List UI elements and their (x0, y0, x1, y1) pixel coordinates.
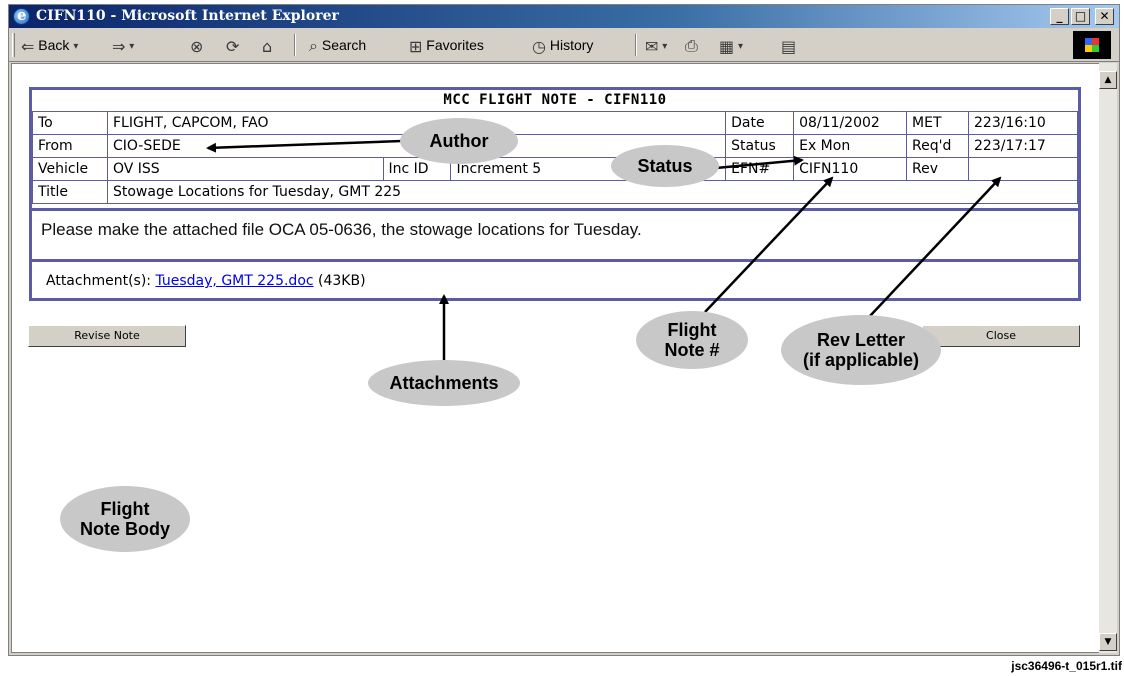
print-button[interactable]: ⎙ (685, 35, 698, 55)
revise-note-button[interactable]: Revise Note (28, 325, 186, 347)
close-window-button[interactable]: ✕ (1095, 8, 1114, 25)
search-icon: ⌕ (309, 36, 318, 56)
rev-letter-line1: Rev Letter (816, 330, 905, 350)
flight-note-body-callout: Flight Note Body (60, 486, 190, 552)
from-label: From (32, 134, 108, 158)
scroll-down-button[interactable]: ▼ (1099, 633, 1117, 651)
flight-note-number-line1: Flight (667, 320, 717, 340)
back-button[interactable]: ⇐ Back ▾ (21, 35, 79, 56)
home-icon: ⌂ (262, 36, 273, 56)
note-body: Please make the attached file OCA 05-063… (32, 208, 1078, 262)
back-arrow-icon: ⇐ (21, 36, 35, 56)
status-value: Ex Mon (793, 134, 908, 158)
met-label: MET (906, 111, 970, 135)
rev-value (968, 157, 1078, 181)
toolbar-separator (635, 34, 637, 56)
chevron-down-icon: ▾ (662, 40, 668, 52)
image-filename: jsc36496-t_015r1.tif (1011, 659, 1122, 673)
date-value: 08/11/2002 (793, 111, 908, 135)
toolbar-separator (294, 34, 296, 56)
attachments-callout: Attachments (368, 360, 520, 406)
flight-note: MCC FLIGHT NOTE - CIFN110 To FLIGHT, CAP… (29, 87, 1081, 301)
discuss-icon: ▤ (781, 36, 797, 56)
mail-icon: ✉ (645, 36, 659, 56)
print-icon: ⎙ (685, 36, 698, 56)
edit-icon: ▦ (719, 36, 735, 56)
status-callout: Status (611, 145, 719, 187)
author-callout-text: Author (429, 131, 489, 151)
toolbar-grip (12, 33, 15, 57)
edit-button[interactable]: ▦ ▾ (719, 35, 744, 56)
search-label: Search (321, 37, 367, 53)
rev-label: Rev (906, 157, 970, 181)
stop-icon: ⊗ (190, 36, 204, 56)
history-button[interactable]: ◷ History (532, 35, 594, 56)
close-button[interactable]: Close (922, 325, 1080, 347)
internet-explorer-icon (13, 6, 30, 25)
table-row: From CIO-SEDE Status Ex Mon Req'd 223/17… (32, 134, 1078, 158)
table-row: Title Stowage Locations for Tuesday, GMT… (32, 180, 1079, 204)
attachment-size: (43KB) (318, 273, 366, 289)
attachments-row: Attachment(s): Tuesday, GMT 225.doc (43K… (32, 265, 1078, 299)
table-row: Vehicle OV ISS Inc ID Increment 5 EFN# C… (32, 157, 1078, 181)
attachments-label: Attachment(s): (46, 273, 152, 289)
rev-letter-callout: Rev Letter (if applicable) (781, 315, 941, 385)
status-label: Status (725, 134, 795, 158)
title-bar: CIFN110 - Microsoft Internet Explorer _ … (9, 5, 1119, 28)
title-value: Stowage Locations for Tuesday, GMT 225 (106, 180, 1079, 204)
vehicle-label: Vehicle (32, 157, 108, 181)
flight-note-body-line2: Note Body (80, 519, 170, 539)
note-title: MCC FLIGHT NOTE - CIFN110 (443, 92, 667, 108)
efn-value: CIFN110 (793, 157, 908, 181)
vertical-scrollbar[interactable]: ▲ ▼ (1099, 63, 1117, 653)
mail-button[interactable]: ✉ ▾ (645, 35, 668, 56)
chevron-down-icon: ▾ (129, 40, 135, 52)
refresh-button[interactable]: ⟳ (226, 35, 240, 56)
status-callout-text: Status (637, 156, 693, 176)
history-icon: ◷ (532, 36, 546, 56)
stop-button[interactable]: ⊗ (190, 35, 204, 56)
forward-arrow-icon: ⇒ (112, 36, 126, 56)
chevron-down-icon: ▾ (738, 40, 744, 52)
flight-note-number-line2: Note # (664, 340, 720, 360)
home-button[interactable]: ⌂ (262, 35, 273, 56)
browser-toolbar: ⇐ Back ▾ ⇒ ▾ ⊗ ⟳ ⌂ ⌕ Search ⊞ Favorites … (9, 28, 1119, 62)
title-label: Title (32, 180, 108, 204)
efn-label: EFN# (725, 157, 795, 181)
date-label: Date (725, 111, 795, 135)
flight-note-body-line1: Flight (100, 499, 150, 519)
favorites-label: Favorites (426, 37, 484, 53)
flight-note-number-callout: Flight Note # (636, 311, 748, 369)
discuss-button[interactable]: ▤ (781, 35, 797, 56)
maximize-button[interactable]: □ (1071, 8, 1090, 25)
forward-button[interactable]: ⇒ ▾ (112, 35, 135, 56)
author-callout: Author (400, 118, 518, 164)
to-label: To (32, 111, 108, 135)
chevron-down-icon: ▾ (73, 40, 79, 52)
reqd-value: 223/17:17 (968, 134, 1078, 158)
window-title: CIFN110 - Microsoft Internet Explorer (36, 8, 339, 24)
met-value: 223/16:10 (968, 111, 1078, 135)
windows-logo-icon (1073, 31, 1111, 59)
attachments-callout-text: Attachments (389, 373, 499, 393)
favorites-icon: ⊞ (409, 36, 423, 56)
rev-letter-line2: (if applicable) (802, 350, 919, 370)
minimize-button[interactable]: _ (1050, 8, 1069, 25)
scroll-up-button[interactable]: ▲ (1099, 71, 1117, 89)
favorites-button[interactable]: ⊞ Favorites (409, 35, 484, 56)
table-row: To FLIGHT, CAPCOM, FAO Date 08/11/2002 M… (32, 111, 1078, 135)
history-label: History (549, 37, 594, 53)
search-button[interactable]: ⌕ Search (309, 35, 366, 55)
back-label: Back (38, 37, 70, 53)
refresh-icon: ⟳ (226, 36, 240, 56)
reqd-label: Req'd (906, 134, 970, 158)
note-header-table: To FLIGHT, CAPCOM, FAO Date 08/11/2002 M… (32, 111, 1079, 204)
vehicle-value: OV ISS (106, 157, 384, 181)
attachment-link[interactable]: Tuesday, GMT 225.doc (155, 273, 313, 289)
